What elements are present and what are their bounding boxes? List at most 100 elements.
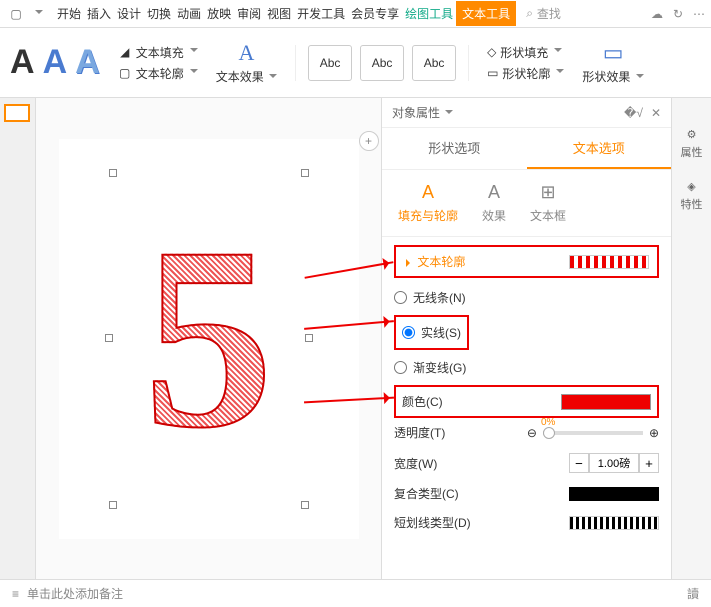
pin-icon[interactable]: �√ bbox=[624, 106, 643, 120]
tab-slideshow[interactable]: 放映 bbox=[204, 1, 234, 26]
cube-icon: ◈ bbox=[687, 180, 695, 193]
color-label: 颜色(C) bbox=[402, 393, 443, 410]
shape-style-gallery: Abc Abc Abc bbox=[295, 45, 469, 81]
annotation-arrow-2 bbox=[304, 320, 394, 330]
dropdown-icon[interactable] bbox=[28, 4, 48, 24]
cloud-icon[interactable]: ☁ bbox=[651, 7, 663, 21]
sliders-icon: ⚙ bbox=[687, 128, 697, 141]
subtab-fill-outline[interactable]: A 填充与轮廓 bbox=[398, 182, 458, 224]
handle-e[interactable] bbox=[305, 334, 313, 342]
right-rail: ⚙ 属性 ◈ 特性 bbox=[671, 98, 711, 579]
width-minus[interactable]: − bbox=[569, 453, 589, 473]
radio-gradient-line[interactable]: 渐变线(G) bbox=[394, 356, 659, 379]
menubar-right: ☁ ↻ ⋯ bbox=[651, 7, 705, 21]
text-5: 5 bbox=[144, 189, 274, 488]
search-icon: ⌕ bbox=[526, 6, 533, 21]
handle-ne[interactable] bbox=[301, 169, 309, 177]
panel-body: 文本轮廓 无线条(N) 实线(S) 渐变线(G) 颜色(C) 透明度(T) ⊖ bbox=[382, 237, 671, 579]
width-input[interactable] bbox=[589, 453, 639, 473]
annotation-arrow-3 bbox=[304, 396, 394, 403]
dash-label: 短划线类型(D) bbox=[394, 514, 471, 531]
handle-w[interactable] bbox=[105, 334, 113, 342]
handle-nw[interactable] bbox=[109, 169, 117, 177]
tab-review[interactable]: 审阅 bbox=[234, 1, 264, 26]
rail-attributes[interactable]: ⚙ 属性 bbox=[681, 128, 703, 160]
radio-solid-line[interactable]: 实线(S) bbox=[402, 321, 461, 344]
rail-features[interactable]: ◈ 特性 bbox=[681, 180, 703, 212]
slider-knob[interactable] bbox=[543, 427, 555, 439]
tab-dev[interactable]: 开发工具 bbox=[294, 1, 348, 26]
panel-title: 对象属性 bbox=[392, 104, 453, 121]
prop-color: 颜色(C) bbox=[394, 385, 659, 418]
opacity-value: 0% bbox=[541, 417, 555, 428]
opacity-label: 透明度(T) bbox=[394, 424, 445, 441]
outline-icon: ▢ bbox=[118, 66, 132, 80]
section-header[interactable]: 文本轮廓 bbox=[404, 253, 649, 270]
thumbnail-1[interactable] bbox=[4, 104, 30, 122]
tab-start[interactable]: 开始 bbox=[54, 1, 84, 26]
subtab-textbox[interactable]: ⊞ 文本框 bbox=[530, 182, 566, 224]
prop-opacity: 透明度(T) ⊖ 0% ⊕ bbox=[394, 418, 659, 447]
annotation-arrow-1 bbox=[304, 261, 393, 279]
section-text-outline: 文本轮廓 bbox=[394, 245, 659, 278]
dash-dropdown[interactable] bbox=[569, 516, 659, 530]
notes-bar: ≡ 单击此处添加备注 讀 bbox=[0, 579, 711, 607]
fill-icon: ◢ bbox=[118, 45, 132, 59]
tab-transition[interactable]: 切换 bbox=[144, 1, 174, 26]
search-box[interactable]: ⌕ 查找 bbox=[526, 5, 561, 22]
shape-style-col: ◇形状填充 ▭形状轮廓 bbox=[487, 44, 564, 82]
width-plus[interactable]: + bbox=[639, 453, 659, 473]
opacity-slider[interactable]: 0% bbox=[543, 431, 643, 435]
text-style-col: ◢文本填充 ▢文本轮廓 bbox=[118, 44, 198, 82]
bucket-icon: ◇ bbox=[487, 45, 496, 59]
app-icon[interactable]: ▢ bbox=[6, 4, 26, 24]
add-slide-btn[interactable]: + bbox=[359, 131, 379, 151]
compound-dropdown[interactable] bbox=[569, 487, 659, 501]
handle-sw[interactable] bbox=[109, 501, 117, 509]
tab-text-options[interactable]: 文本选项 bbox=[527, 128, 672, 169]
prop-width: 宽度(W) − + bbox=[394, 447, 659, 479]
panel-subtabs: A 填充与轮廓 A 效果 ⊞ 文本框 bbox=[382, 170, 671, 237]
radio-group: 无线条(N) 实线(S) 渐变线(G) bbox=[394, 286, 659, 379]
tab-shape-options[interactable]: 形状选项 bbox=[382, 128, 527, 169]
shape-fill-btn[interactable]: ◇形状填充 bbox=[487, 44, 564, 61]
tab-animation[interactable]: 动画 bbox=[174, 1, 204, 26]
shape-effect-btn[interactable]: ▭ 形状效果 bbox=[582, 40, 643, 85]
subtab-effect[interactable]: A 效果 bbox=[482, 182, 506, 224]
shape-outline-btn[interactable]: ▭形状轮廓 bbox=[487, 65, 564, 82]
tab-text-tools[interactable]: 文本工具 bbox=[456, 1, 516, 26]
opacity-minus[interactable]: ⊖ bbox=[527, 426, 537, 440]
wordart-style-2[interactable]: A bbox=[43, 43, 68, 82]
text-outline-btn[interactable]: ▢文本轮廓 bbox=[118, 65, 198, 82]
tab-insert[interactable]: 插入 bbox=[84, 1, 114, 26]
text-fill-btn[interactable]: ◢文本填充 bbox=[118, 44, 198, 61]
shape-style-1[interactable]: Abc bbox=[308, 45, 352, 81]
tab-member[interactable]: 会员专享 bbox=[348, 1, 402, 26]
notes-right[interactable]: 讀 bbox=[687, 585, 699, 602]
shape-style-3[interactable]: Abc bbox=[412, 45, 456, 81]
more-icon[interactable]: ⋯ bbox=[693, 7, 705, 21]
notes-placeholder[interactable]: 单击此处添加备注 bbox=[27, 585, 123, 602]
effect-icon: A bbox=[488, 182, 500, 203]
tab-design[interactable]: 设计 bbox=[114, 1, 144, 26]
wordart-style-1[interactable]: A bbox=[10, 43, 35, 82]
compound-label: 复合类型(C) bbox=[394, 485, 459, 502]
outline-preview[interactable] bbox=[569, 255, 649, 269]
opacity-plus[interactable]: ⊕ bbox=[649, 426, 659, 440]
width-label: 宽度(W) bbox=[394, 455, 437, 472]
slide-canvas[interactable]: + 5 bbox=[59, 139, 359, 539]
tab-view[interactable]: 视图 bbox=[264, 1, 294, 26]
sync-icon[interactable]: ↻ bbox=[673, 7, 683, 21]
handle-se[interactable] bbox=[301, 501, 309, 509]
selected-textbox[interactable]: 5 bbox=[109, 169, 309, 509]
text-effect-btn[interactable]: A 文本效果 bbox=[216, 40, 277, 85]
radio-no-line[interactable]: 无线条(N) bbox=[394, 286, 659, 309]
tab-drawing-tools[interactable]: 绘图工具 bbox=[402, 1, 456, 26]
color-swatch[interactable] bbox=[561, 394, 651, 410]
wordart-style-3[interactable]: A bbox=[75, 43, 100, 82]
properties-panel: 对象属性 �√ ✕ 形状选项 文本选项 A 填充与轮廓 A 效果 ⊞ 文本框 bbox=[381, 98, 671, 579]
shape-style-2[interactable]: Abc bbox=[360, 45, 404, 81]
slide-thumbnails bbox=[0, 98, 36, 579]
close-icon[interactable]: ✕ bbox=[651, 106, 661, 120]
notes-icon[interactable]: ≡ bbox=[12, 587, 19, 601]
